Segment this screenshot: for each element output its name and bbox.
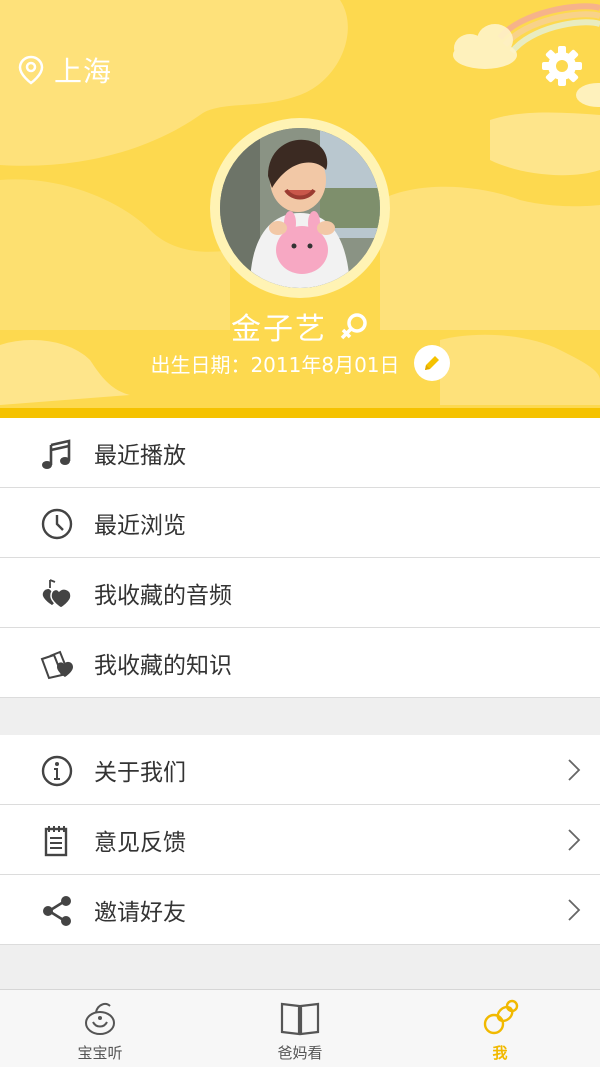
- menu-label: 我收藏的音频: [94, 582, 232, 609]
- menu-favorite-audio[interactable]: 我收藏的音频: [0, 558, 600, 628]
- location-pin-icon: [18, 55, 44, 85]
- baby-listen-icon: [85, 1003, 115, 1035]
- tab-parents-read[interactable]: 爸妈看: [200, 990, 400, 1067]
- avatar-photo: [220, 128, 380, 288]
- profile-header: 上海 金子艺 出生日期：2011年8月01日: [0, 0, 600, 410]
- clock-icon: [41, 508, 73, 540]
- tab-me[interactable]: 我: [400, 990, 600, 1067]
- heart-book-icon: [40, 650, 73, 680]
- tab-label: 爸妈看: [277, 1044, 323, 1062]
- tab-baby-listen[interactable]: 宝宝听: [0, 990, 200, 1067]
- pencil-icon: [424, 356, 439, 370]
- chevron-right-icon: [568, 899, 581, 921]
- birth-date-row: 出生日期：2011年8月01日: [0, 345, 600, 381]
- tab-label: 我: [492, 1044, 508, 1062]
- location-city: 上海: [54, 55, 113, 88]
- menu-recent-browse[interactable]: 最近浏览: [0, 488, 600, 558]
- header-bottom-stripe: [0, 408, 600, 418]
- menu-invite-friends[interactable]: 邀请好友: [0, 875, 600, 945]
- birth-date: 出生日期：2011年8月01日: [150, 352, 400, 377]
- heart-note-icon: [42, 579, 72, 609]
- music-note-icon: [42, 439, 71, 469]
- app-info-list: 关于我们 意见反馈 邀请好友: [0, 735, 600, 945]
- profile-name-row: 金子艺: [0, 304, 600, 348]
- menu-label: 最近播放: [94, 442, 186, 469]
- menu-label: 我收藏的知识: [94, 652, 232, 679]
- menu-label: 最近浏览: [94, 512, 186, 539]
- pacifier-icon: [483, 999, 519, 1035]
- chevron-right-icon: [568, 759, 581, 781]
- avatar[interactable]: [220, 128, 380, 288]
- edit-profile-button[interactable]: [413, 345, 450, 381]
- bottom-tab-bar: 宝宝听 爸妈看 我: [0, 989, 600, 1067]
- menu-label: 关于我们: [94, 759, 186, 786]
- history-favorites-list: 最近播放 最近浏览 我收藏的音频 我收藏的知识: [0, 418, 600, 698]
- menu-about-us[interactable]: 关于我们: [0, 735, 600, 805]
- menu-feedback[interactable]: 意见反馈: [0, 805, 600, 875]
- location-selector[interactable]: 上海: [18, 50, 112, 90]
- share-icon: [43, 896, 71, 926]
- menu-favorite-knowledge[interactable]: 我收藏的知识: [0, 628, 600, 698]
- baby-name: 金子艺: [231, 312, 327, 347]
- menu-label: 邀请好友: [94, 899, 186, 926]
- book-icon: [280, 1002, 320, 1036]
- female-symbol-icon: [340, 313, 367, 340]
- info-icon: [41, 755, 73, 787]
- menu-recent-play[interactable]: 最近播放: [0, 418, 600, 488]
- gear-icon[interactable]: [540, 44, 584, 88]
- menu-label: 意见反馈: [94, 829, 186, 856]
- notepad-icon: [44, 826, 68, 857]
- chevron-right-icon: [568, 829, 581, 851]
- tab-label: 宝宝听: [77, 1044, 123, 1062]
